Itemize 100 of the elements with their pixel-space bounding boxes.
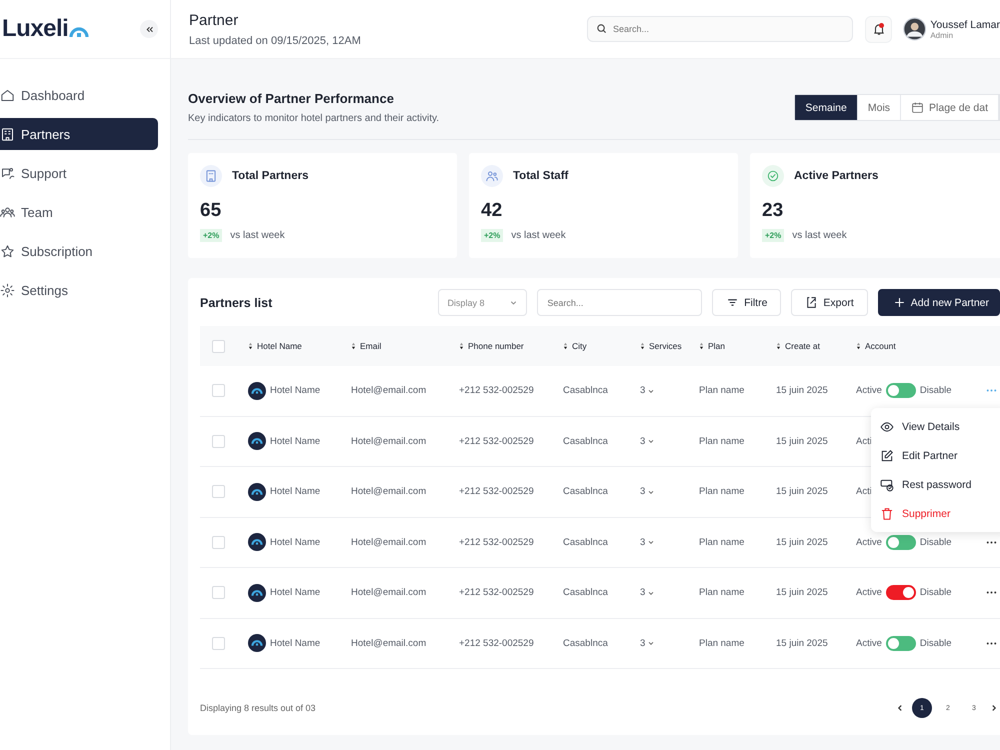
row-checkbox[interactable] bbox=[212, 636, 225, 650]
table-cell-text: Hotel@email.com bbox=[351, 536, 428, 548]
search-field[interactable]: Search... bbox=[537, 289, 702, 316]
sort-icon bbox=[856, 342, 861, 350]
nav-item[interactable]: Settings bbox=[0, 274, 158, 306]
section-subtitle: Key indicators to monitor hotel partners and their activity. bbox=[188, 113, 440, 124]
chevron-down-icon bbox=[647, 538, 656, 546]
status-label: Disable bbox=[920, 385, 952, 396]
services-dropdown[interactable]: 3 bbox=[640, 536, 699, 548]
services-dropdown[interactable]: 3 bbox=[640, 587, 699, 598]
settings-icon bbox=[0, 282, 15, 298]
table-cell-text: 15 juin 2025 bbox=[776, 385, 829, 396]
nav-item[interactable]: Team bbox=[0, 196, 158, 228]
menu-item[interactable]: Edit Partner bbox=[871, 441, 1000, 470]
chevron-left-icon bbox=[896, 704, 904, 712]
more-icon bbox=[986, 591, 997, 594]
notification-button[interactable] bbox=[865, 16, 892, 42]
row-checkbox[interactable] bbox=[212, 384, 225, 398]
account-toggle[interactable] bbox=[886, 534, 916, 550]
change-badge: +2% bbox=[200, 229, 222, 242]
collapse-button[interactable] bbox=[140, 20, 158, 38]
services-dropdown[interactable]: 3 bbox=[640, 436, 699, 447]
hotel-logo-icon bbox=[248, 432, 266, 450]
comparison-text: vs last week bbox=[792, 230, 847, 241]
table-cell-text: Plan name bbox=[699, 587, 746, 598]
column-header[interactable]: City bbox=[563, 341, 640, 351]
column-header[interactable]: Phone number bbox=[459, 341, 563, 351]
chat-icon bbox=[0, 166, 15, 180]
stat-label: Total Staff bbox=[513, 170, 568, 182]
row-checkbox[interactable] bbox=[212, 434, 225, 448]
table-cell-text: Hotel@email.com bbox=[351, 587, 428, 598]
search-field[interactable]: Search... bbox=[587, 16, 853, 42]
services-dropdown[interactable]: 3 bbox=[640, 486, 699, 498]
menu-item[interactable]: Rest password bbox=[871, 470, 1000, 499]
services-dropdown[interactable]: 3 bbox=[640, 385, 699, 396]
column-header[interactable]: Plan bbox=[699, 341, 776, 351]
table-cell-text: Plan name bbox=[699, 385, 746, 396]
menu-item[interactable]: Supprimer bbox=[871, 499, 1000, 528]
double-chevron-icon bbox=[144, 24, 154, 34]
table-cell-text: Casablnca bbox=[563, 436, 609, 447]
sort-icon bbox=[699, 342, 704, 350]
account-toggle[interactable] bbox=[886, 383, 916, 398]
nav-item[interactable]: Dashboard bbox=[0, 79, 158, 111]
column-header[interactable]: Email bbox=[351, 341, 459, 351]
table-cell: Hotel Name bbox=[270, 486, 320, 498]
row-checkbox[interactable] bbox=[212, 485, 225, 498]
nav-item[interactable]: Subscription bbox=[0, 235, 158, 267]
filter-button[interactable]: Filtre bbox=[712, 289, 782, 316]
table-cell-text: Casablnca bbox=[563, 638, 609, 649]
row-checkbox[interactable] bbox=[212, 536, 225, 549]
eye-icon bbox=[880, 420, 894, 434]
trash-icon bbox=[880, 506, 894, 520]
column-header[interactable]: Hotel Name bbox=[248, 341, 351, 351]
account-toggle[interactable] bbox=[886, 636, 916, 651]
hotel-logo-icon bbox=[248, 634, 266, 652]
hotel-logo-icon bbox=[248, 533, 266, 552]
table-cell-text: +212 532-002529 bbox=[459, 536, 535, 548]
add-button[interactable]: Add new Partner bbox=[878, 289, 1000, 316]
status-label: Active bbox=[856, 536, 882, 548]
period-tab[interactable]: Semaine bbox=[795, 95, 858, 120]
page-title: Partner bbox=[189, 12, 240, 28]
status-label: Disable bbox=[920, 638, 952, 649]
users-icon bbox=[481, 165, 503, 187]
column-header[interactable]: Create at bbox=[776, 341, 856, 351]
display-dropdown[interactable]: Display 8 bbox=[438, 289, 528, 316]
table-cell: Hotel Name bbox=[270, 587, 320, 598]
row-checkbox[interactable] bbox=[212, 586, 225, 600]
menu-item[interactable]: View Details bbox=[871, 412, 1000, 441]
table-cell-text: +212 532-002529 bbox=[459, 638, 535, 649]
column-header[interactable]: Account bbox=[856, 341, 986, 351]
nav-item[interactable]: Support bbox=[0, 157, 158, 189]
change-badge: +2% bbox=[481, 229, 504, 242]
logo: Luxeli bbox=[2, 15, 90, 43]
export-button[interactable]: Export bbox=[791, 289, 868, 316]
table-cell-text: 15 juin 2025 bbox=[776, 638, 829, 649]
table-cell-text: Casablnca bbox=[563, 385, 609, 396]
table-cell-text: +212 532-002529 bbox=[459, 486, 535, 498]
password-icon bbox=[880, 478, 894, 492]
stat-value: 23 bbox=[762, 200, 784, 222]
more-icon bbox=[986, 540, 997, 544]
section-title: Overview of Partner Performance bbox=[188, 91, 395, 106]
table-cell: Hotel Name bbox=[270, 436, 320, 447]
export-icon bbox=[805, 296, 818, 309]
status-label: Active bbox=[856, 638, 882, 649]
stat-label: Total Partners bbox=[232, 170, 308, 182]
results-count: Displaying 8 results out of 03 bbox=[200, 703, 316, 713]
table-cell-text: Casablnca bbox=[563, 536, 609, 548]
stat-label: Active Partners bbox=[794, 170, 878, 182]
building-icon bbox=[0, 126, 15, 142]
user-name: Youssef Lamar bbox=[930, 18, 1000, 30]
table-cell-text: 15 juin 2025 bbox=[776, 486, 829, 498]
sort-icon bbox=[640, 342, 645, 350]
status-label: Acti bbox=[856, 436, 872, 447]
plus-icon bbox=[892, 296, 906, 309]
change-badge: +2% bbox=[762, 229, 784, 242]
services-dropdown[interactable]: 3 bbox=[640, 638, 699, 649]
table-cell-text: 15 juin 2025 bbox=[776, 536, 829, 548]
nav-item[interactable]: Partners bbox=[0, 118, 158, 150]
select-all-checkbox[interactable] bbox=[212, 340, 225, 352]
column-header[interactable]: Services bbox=[640, 341, 699, 351]
